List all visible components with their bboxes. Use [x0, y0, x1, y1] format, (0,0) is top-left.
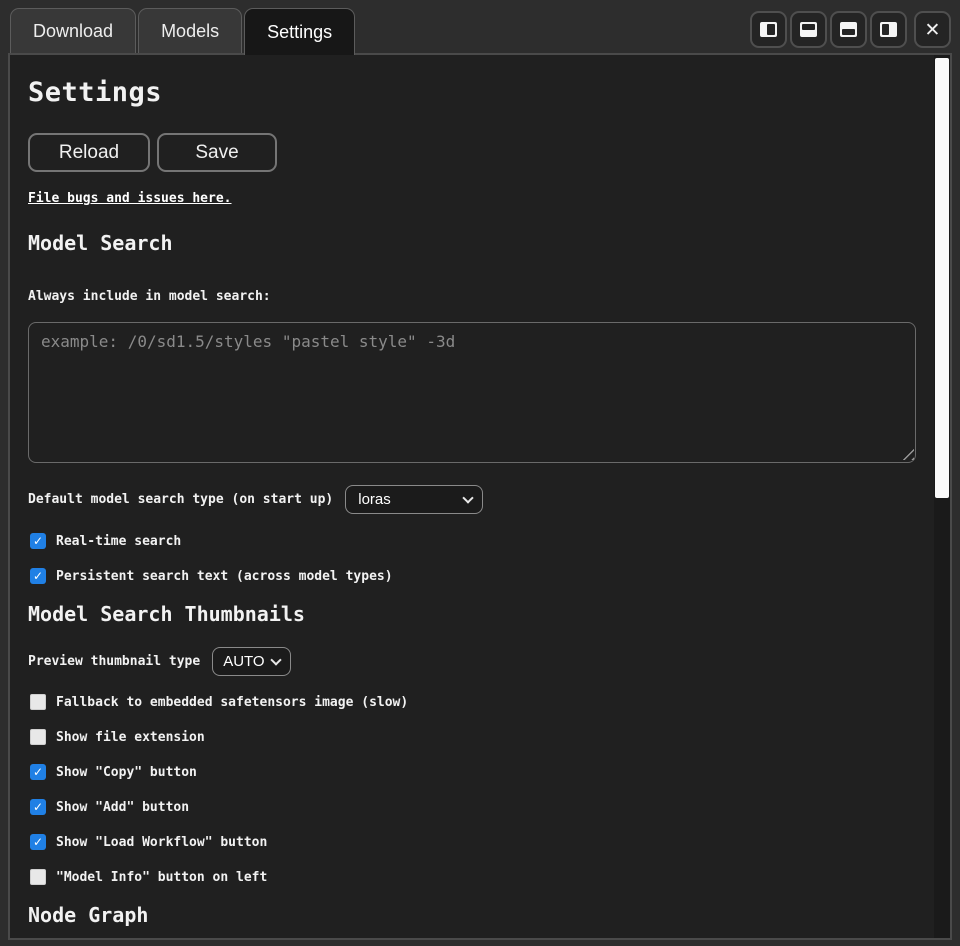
chevron-down-icon: [271, 654, 282, 665]
checkbox-label: "Model Info" button on left: [56, 870, 267, 885]
checkbox[interactable]: [30, 694, 46, 710]
checkbox-label: Real-time search: [56, 534, 181, 549]
page-title: Settings: [28, 79, 910, 107]
reload-button[interactable]: Reload: [28, 133, 150, 172]
checkbox[interactable]: ✓: [30, 834, 46, 850]
checkbox-label: Show "Load Workflow" button: [56, 835, 267, 850]
close-icon: ✕: [925, 19, 941, 41]
save-button[interactable]: Save: [157, 133, 277, 172]
checkbox-row: ✓ Persistent search text (across model t…: [30, 568, 910, 584]
model-search-heading: Model Search: [28, 232, 910, 254]
scrollbar-track[interactable]: [934, 55, 950, 938]
always-include-textarea[interactable]: [28, 322, 916, 463]
preview-thumbnail-type-select[interactable]: AUTO: [212, 647, 291, 676]
chevron-down-icon: [463, 492, 474, 503]
dock-top-icon: [840, 22, 857, 37]
checkbox-label: Fallback to embedded safetensors image (…: [56, 695, 408, 710]
settings-content: Settings Reload Save File bugs and issue…: [10, 55, 950, 938]
checkbox[interactable]: ✓: [30, 568, 46, 584]
preview-thumbnail-type-label: Preview thumbnail type: [28, 654, 200, 669]
tab-models[interactable]: Models: [138, 8, 242, 53]
default-search-type-row: Default model search type (on start up) …: [28, 485, 910, 514]
node-graph-heading: Node Graph: [28, 904, 910, 926]
dock-left-button[interactable]: [750, 11, 787, 48]
dock-left-icon: [760, 22, 777, 37]
checkbox[interactable]: ✓: [30, 799, 46, 815]
dock-bottom-button[interactable]: [790, 11, 827, 48]
tab-settings[interactable]: Settings: [244, 8, 355, 55]
select-value: loras: [358, 491, 464, 508]
checkbox[interactable]: [30, 869, 46, 885]
tab-download[interactable]: Download: [10, 8, 136, 53]
checkbox[interactable]: ✓: [30, 764, 46, 780]
checkbox-label: Show "Copy" button: [56, 765, 197, 780]
checkbox-row: ✓ Show "Add" button: [30, 799, 910, 815]
close-button[interactable]: ✕: [914, 11, 951, 48]
checkbox-row: "Model Info" button on left: [30, 869, 910, 885]
dock-right-button[interactable]: [870, 11, 907, 48]
model-search-checkbox-list: ✓ Real-time search ✓ Persistent search t…: [28, 533, 910, 584]
select-value: AUTO: [223, 653, 272, 670]
checkbox[interactable]: ✓: [30, 533, 46, 549]
tab-label: Settings: [267, 22, 332, 43]
file-bugs-link[interactable]: File bugs and issues here.: [28, 192, 232, 206]
always-include-field-wrap: [28, 322, 916, 463]
checkbox-row: Show file extension: [30, 729, 910, 745]
thumbnails-checkbox-list: Fallback to embedded safetensors image (…: [28, 694, 910, 885]
default-search-type-label: Default model search type (on start up): [28, 492, 333, 507]
checkbox-row: ✓ Show "Copy" button: [30, 764, 910, 780]
tab-bar: Download Models Settings ✕: [0, 0, 960, 53]
tabs-container: Download Models Settings: [10, 8, 355, 55]
window-controls: ✕: [750, 11, 951, 48]
default-search-type-select[interactable]: loras: [345, 485, 483, 514]
checkbox-label: Show file extension: [56, 730, 205, 745]
checkbox-label: Show "Add" button: [56, 800, 189, 815]
checkbox-row: ✓ Real-time search: [30, 533, 910, 549]
checkbox-row: ✓ Show "Load Workflow" button: [30, 834, 910, 850]
scrollbar-thumb[interactable]: [935, 58, 949, 498]
checkbox-row: Fallback to embedded safetensors image (…: [30, 694, 910, 710]
dock-top-button[interactable]: [830, 11, 867, 48]
preview-thumbnail-type-row: Preview thumbnail type AUTO: [28, 647, 910, 676]
checkbox-label: Persistent search text (across model typ…: [56, 569, 393, 584]
tab-label: Download: [33, 21, 113, 42]
thumbnails-heading: Model Search Thumbnails: [28, 603, 910, 625]
action-buttons: Reload Save: [28, 133, 910, 172]
dock-bottom-icon: [800, 22, 817, 37]
settings-panel: Settings Reload Save File bugs and issue…: [8, 53, 952, 940]
checkbox[interactable]: [30, 729, 46, 745]
tab-label: Models: [161, 21, 219, 42]
dock-right-icon: [880, 22, 897, 37]
always-include-label: Always include in model search:: [28, 290, 910, 304]
